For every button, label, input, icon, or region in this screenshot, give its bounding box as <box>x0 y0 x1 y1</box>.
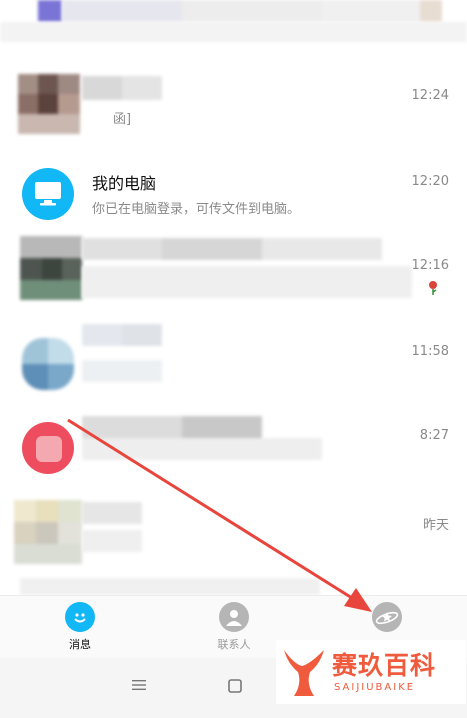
conversation-item[interactable]: 11:58 <box>0 318 467 405</box>
conversation-item[interactable]: 12:16 <box>0 232 467 319</box>
blurred-content <box>82 238 432 298</box>
watermark-title: 赛玖百科 <box>332 651 437 680</box>
tab-label: 消息 <box>69 638 91 651</box>
avatar <box>22 422 74 474</box>
blurred-avatar <box>10 236 82 300</box>
conversation-preview: 函] <box>113 112 132 127</box>
conversation-list[interactable]: 函] 12:24 我的电脑 你已在电脑登录，可传文件到电脑。 12:20 12:… <box>0 0 467 595</box>
blurred-content <box>20 578 320 595</box>
tab-messages[interactable]: 消息 <box>35 602 125 656</box>
person-icon <box>219 602 249 632</box>
blurred-bar <box>0 22 467 42</box>
star-planet-icon <box>372 602 402 632</box>
conversation-time: 12:20 <box>411 174 449 189</box>
conversation-time: 昨天 <box>422 518 449 533</box>
conversation-name: 我的电脑 <box>92 174 157 193</box>
blurred-content <box>82 416 322 460</box>
conversation-item[interactable]: 函] 12:24 <box>0 62 467 149</box>
watermark-subtitle: SAIJIUBAIKE <box>334 682 416 693</box>
blurred-title <box>62 0 442 22</box>
conversation-preview: 你已在电脑登录，可传文件到电脑。 <box>92 202 301 217</box>
conversation-time: 12:24 <box>411 88 449 103</box>
rose-emoji-icon <box>429 281 437 295</box>
blurred-content <box>82 502 142 552</box>
menu-icon[interactable] <box>131 678 147 692</box>
chat-smile-icon <box>65 602 95 632</box>
blurred-avatar <box>18 74 80 134</box>
conversation-time: 8:27 <box>419 428 449 443</box>
conversation-item[interactable] <box>0 572 467 595</box>
whale-tail-logo <box>284 650 324 696</box>
watermark: 赛玖百科 SAIJIUBAIKE <box>276 640 466 704</box>
blurred-avatar <box>14 500 82 564</box>
blurred-avatar <box>38 0 62 22</box>
conversation-item[interactable]: 昨天 <box>0 488 467 575</box>
blurred-title <box>82 76 162 100</box>
my-computer-avatar <box>22 168 74 220</box>
conversation-item-my-computer[interactable]: 我的电脑 你已在电脑登录，可传文件到电脑。 12:20 <box>0 148 467 235</box>
monitor-icon <box>35 182 61 206</box>
conversation-time: 12:16 <box>411 258 449 273</box>
conversation-item[interactable] <box>0 0 467 69</box>
blurred-content <box>82 324 162 384</box>
blurred-avatar <box>22 338 74 390</box>
conversation-time: 11:58 <box>411 344 449 359</box>
tab-label: 联系人 <box>217 638 251 651</box>
home-icon[interactable] <box>227 678 243 694</box>
conversation-item[interactable]: 8:27 <box>0 402 467 489</box>
tab-contacts[interactable]: 联系人 <box>189 602 279 656</box>
